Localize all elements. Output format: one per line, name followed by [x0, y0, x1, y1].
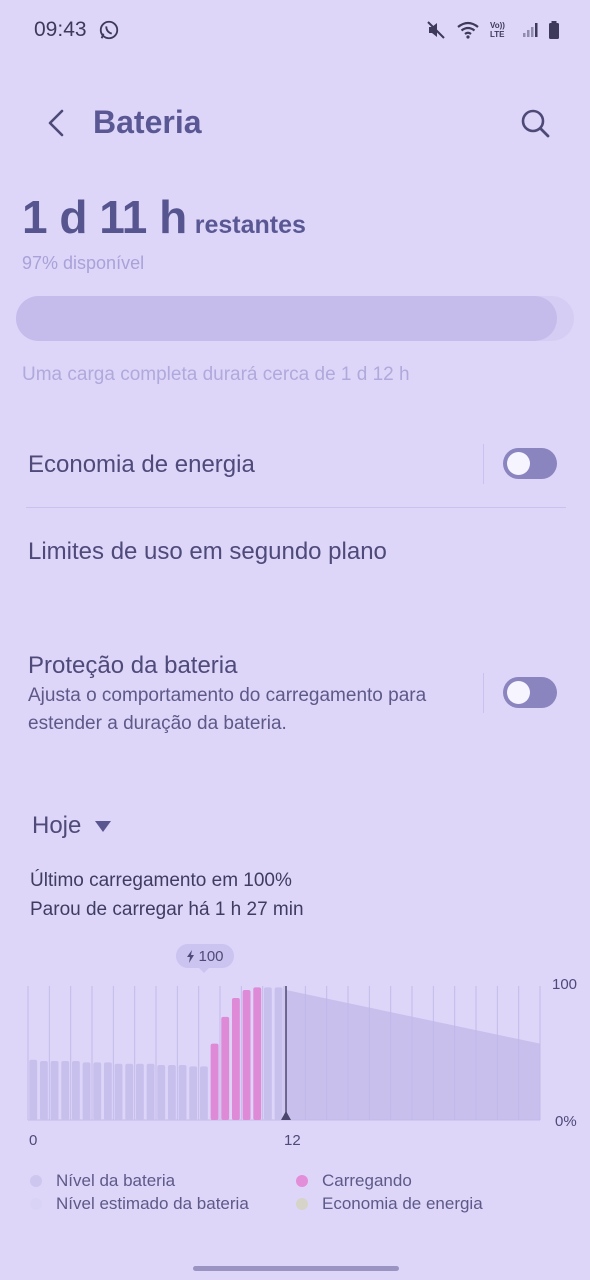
estimated-level-area [286, 990, 540, 1120]
legend-dot [296, 1198, 308, 1210]
lightning-icon [187, 949, 195, 963]
available-percent: 97% disponível [22, 253, 145, 273]
caret-down-icon [95, 820, 112, 832]
history-bar [125, 1063, 134, 1120]
legend-label: Carregando [322, 1171, 412, 1190]
legend-item-battery-level: Nível da bateria [30, 1171, 175, 1191]
battery-protection-label: Proteção da bateria [28, 652, 238, 679]
battery-protection-row[interactable]: Proteção da bateria Ajusta o comportamen… [0, 638, 590, 748]
legend-dot [30, 1198, 42, 1210]
stopped-charging-text: Parou de carregar há 1 h 27 min [30, 899, 304, 920]
volte-lte-label: Vo)) LTE [490, 21, 505, 39]
back-arrow-icon[interactable] [40, 106, 74, 140]
history-bar [263, 987, 272, 1120]
y-tick-bottom: 0% [555, 1113, 577, 1130]
history-bar [253, 987, 262, 1120]
battery-protection-description: Ajusta o comportamento do carregamento p… [28, 682, 426, 738]
toggle-knob [507, 452, 530, 475]
history-bar [167, 1065, 176, 1120]
power-saving-label: Economia de energia [28, 451, 255, 478]
x-tick-12: 12 [284, 1132, 301, 1149]
history-bar [178, 1065, 187, 1120]
search-icon[interactable] [518, 106, 552, 140]
history-bar [210, 1043, 219, 1120]
history-bar [82, 1062, 91, 1120]
peak-charge-badge: 100 [176, 944, 234, 968]
background-limits-label: Limites de uso em segundo plano [28, 538, 387, 565]
legend-label: Nível da bateria [56, 1171, 176, 1190]
history-bar [50, 1061, 59, 1120]
mute-icon [427, 21, 445, 39]
row-vertical-divider [483, 444, 484, 484]
legend-item-power-saving: Economia de energia [296, 1194, 483, 1214]
charge-info: Último carregamento em 100% Parou de car… [30, 866, 304, 924]
history-bar [146, 1063, 155, 1120]
history-bar [189, 1066, 198, 1120]
history-bar [242, 990, 251, 1120]
last-charge-text: Último carregamento em 100% [30, 870, 292, 891]
toggle-knob [507, 681, 530, 704]
wifi-icon [457, 21, 479, 39]
row-vertical-divider [483, 673, 484, 713]
signal-icon [523, 23, 538, 37]
legend-dot [296, 1175, 308, 1187]
history-bar [114, 1063, 123, 1120]
history-bar [135, 1063, 144, 1120]
period-dropdown[interactable]: Hoje [32, 812, 112, 840]
history-bar [71, 1061, 80, 1120]
remaining-time-value: 1 d 11 h [22, 191, 187, 243]
history-bar [221, 1016, 230, 1120]
status-time: 09:43 [34, 18, 87, 41]
peak-charge-value: 100 [198, 947, 224, 965]
full-charge-estimate: Uma carga completa durará cerca de 1 d 1… [22, 364, 410, 385]
remaining-time: 1 d 11 h restantes [22, 190, 306, 244]
legend-item-estimated-level: Nível estimado da bateria [30, 1194, 249, 1214]
legend-dot [30, 1175, 42, 1187]
history-bar [93, 1062, 102, 1120]
power-saving-row[interactable]: Economia de energia [0, 430, 590, 500]
history-bar [61, 1061, 70, 1120]
battery-protection-description-line2: estender a duração da bateria. [28, 713, 287, 734]
page-title: Bateria [93, 104, 202, 140]
period-dropdown-label: Hoje [32, 812, 82, 839]
battery-protection-description-line1: Ajusta o comportamento do carregamento p… [28, 685, 427, 706]
history-bar [29, 1059, 38, 1120]
history-bar [231, 998, 240, 1120]
legend-label: Economia de energia [322, 1194, 483, 1213]
home-indicator[interactable] [193, 1266, 399, 1271]
list-divider [26, 507, 566, 508]
legend-item-charging: Carregando [296, 1171, 412, 1191]
history-bar [199, 1066, 208, 1120]
battery-level-fill [16, 296, 558, 341]
battery-usage-chart [27, 986, 541, 1121]
remaining-time-suffix: restantes [194, 211, 306, 239]
battery-icon [549, 21, 559, 39]
y-tick-top: 100 [552, 976, 578, 993]
history-bar [103, 1062, 112, 1120]
power-saving-toggle[interactable] [503, 448, 557, 479]
history-bar [39, 1061, 48, 1120]
history-bar [274, 987, 283, 1120]
history-bar [157, 1065, 166, 1120]
background-limits-row[interactable]: Limites de uso em segundo plano [0, 515, 590, 587]
x-tick-0: 0 [29, 1132, 38, 1149]
battery-protection-toggle[interactable] [503, 677, 557, 708]
legend-label: Nível estimado da bateria [56, 1194, 249, 1213]
whatsapp-icon [99, 20, 119, 40]
status-icons: Vo)) LTE [426, 20, 560, 40]
